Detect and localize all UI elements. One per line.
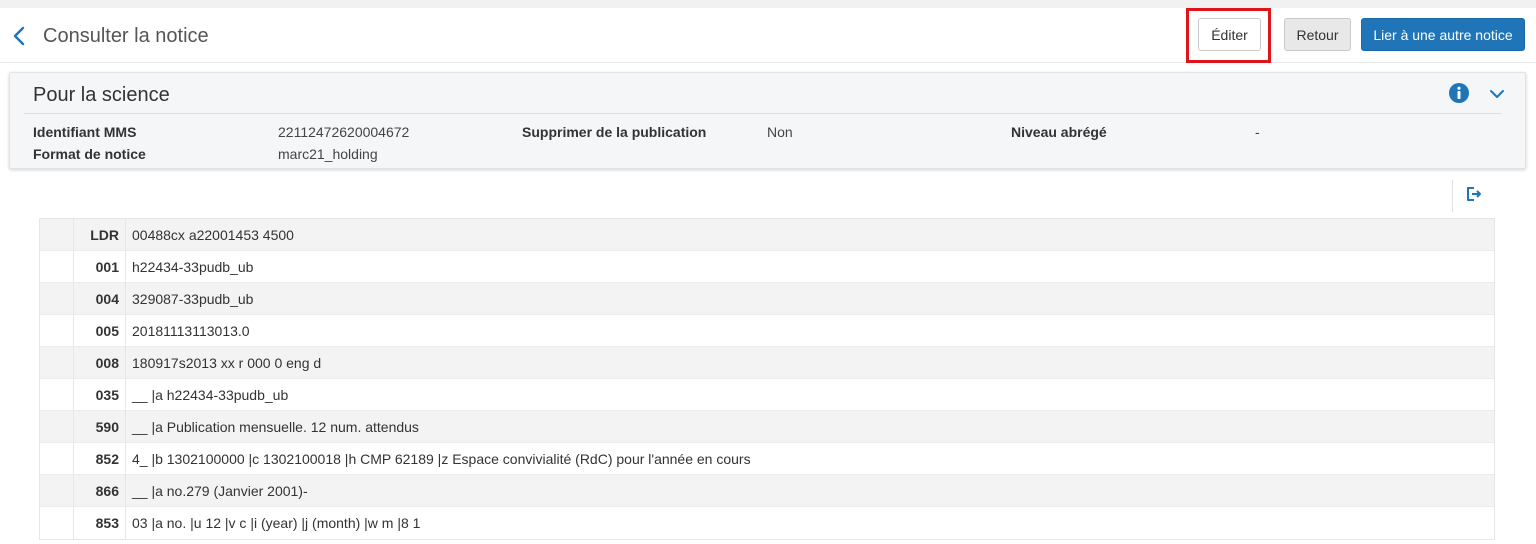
marc-row: 853 03 |a no. |u 12 |v c |i (year) |j (mo… [40,507,1494,539]
mms-id-value: 22112472620004672 [278,124,410,140]
marc-tag: 005 [74,315,126,346]
marc-row-spacer [40,443,74,474]
marc-tag: 866 [74,475,126,506]
export-button[interactable] [1452,180,1494,212]
marc-row-spacer [40,411,74,442]
top-strip [0,0,1536,8]
marc-row: 590 __ |a Publication mensuelle. 12 num. … [40,411,1494,443]
marc-content: 180917s2013 xx r 000 0 eng d [132,354,322,371]
marc-row: 866 __ |a no.279 (Janvier 2001)- [40,475,1494,507]
marc-tag: 004 [74,283,126,314]
marc-row-spacer [40,507,74,539]
back-button[interactable]: Retour [1284,18,1351,51]
chevron-left-icon[interactable] [8,24,30,48]
marc-content: 4_ |b 1302100000 |c 1302100018 |h CMP 62… [132,450,751,467]
marc-tag: 008 [74,347,126,378]
marc-tag: 853 [74,507,126,539]
record-title: Pour la science [33,84,170,106]
marc-content: __ |a Publication mensuelle. 12 num. att… [132,418,419,435]
info-icon[interactable] [1449,83,1469,103]
brief-level-label: Niveau abrégé [1011,124,1107,140]
marc-content: 00488cx a22001453 4500 [132,226,294,243]
format-label: Format de notice [33,146,146,162]
marc-row-spacer [40,283,74,314]
marc-tag: 035 [74,379,126,410]
format-value: marc21_holding [278,146,378,162]
marc-row-spacer [40,379,74,410]
marc-row-spacer [40,347,74,378]
marc-tag: 852 [74,443,126,474]
marc-row-spacer [40,315,74,346]
marc-row-spacer [40,475,74,506]
card-divider [24,113,1501,114]
marc-row: 008 180917s2013 xx r 000 0 eng d [40,347,1494,379]
suppress-label: Supprimer de la publication [522,124,707,140]
brief-level-value: - [1255,124,1260,140]
marc-row: 001 h22434-33pudb_ub [40,251,1494,283]
marc-record-table: LDR 00488cx a22001453 4500 001 h22434-33pud… [39,218,1495,540]
marc-content: __ |a h22434-33pudb_ub [132,386,289,403]
marc-row: 852 4_ |b 1302100000 |c 1302100018 |h CMP… [40,443,1494,475]
marc-tag: 590 [74,411,126,442]
marc-row-spacer [40,251,74,282]
mms-id-label: Identifiant MMS [33,124,137,140]
marc-tag: 001 [74,251,126,282]
marc-row: LDR 00488cx a22001453 4500 [40,219,1494,251]
marc-row: 005 20181113113013.0 [40,315,1494,347]
marc-content: __ |a no.279 (Janvier 2001)- [132,482,308,499]
chevron-down-icon[interactable] [1488,85,1506,103]
page-title: Consulter la notice [43,25,209,47]
edit-button[interactable]: Éditer [1198,18,1261,51]
marc-row: 035 __ |a h22434-33pudb_ub [40,379,1494,411]
record-summary-card: Pour la science Identifiant MMS 22112472… [9,72,1526,169]
page-header: Consulter la notice Éditer Retour Lier à… [0,8,1536,63]
marc-content: 03 |a no. |u 12 |v c |i (year) |j (month… [132,515,421,531]
marc-tag: LDR [74,219,126,250]
marc-row: 004 329087-33pudb_ub [40,283,1494,315]
suppress-value: Non [767,124,793,140]
marc-content: 20181113113013.0 [132,322,250,339]
marc-row-spacer [40,219,74,250]
marc-content: 329087-33pudb_ub [132,290,254,307]
export-icon [1465,186,1483,207]
marc-content: h22434-33pudb_ub [132,258,254,275]
link-record-button[interactable]: Lier à une autre notice [1361,18,1525,51]
